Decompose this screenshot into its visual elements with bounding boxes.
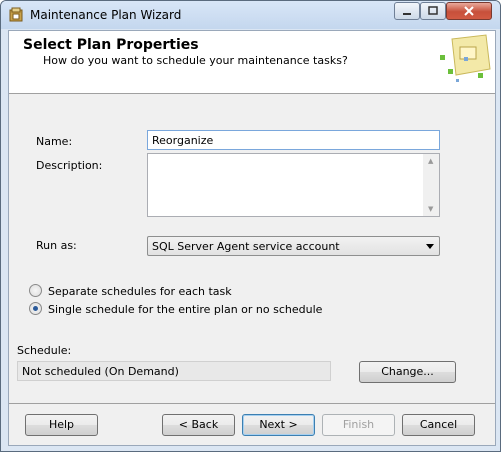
chevron-down-icon [426,244,434,249]
wizard-header: Select Plan Properties How do you want t… [9,31,495,94]
window-title: Maintenance Plan Wizard [30,8,182,22]
separate-schedules-label[interactable]: Separate schedules for each task [48,285,232,298]
next-button[interactable]: Next > [242,414,315,436]
description-textarea[interactable]: ▲ ▼ [147,153,440,217]
minimize-button[interactable] [394,2,420,20]
run-as-value: SQL Server Agent service account [152,240,340,253]
finish-button: Finish [322,414,395,436]
scroll-down-icon[interactable]: ▼ [428,205,433,213]
change-schedule-button[interactable]: Change... [359,361,456,383]
maximize-icon [428,6,438,15]
single-schedule-label[interactable]: Single schedule for the entire plan or n… [48,303,322,316]
wizard-window: Maintenance Plan Wizard Select Plan Prop… [0,0,501,452]
minimize-icon [403,13,411,15]
maximize-button[interactable] [420,2,446,20]
footer-divider [9,403,495,404]
wizard-app-icon [9,7,23,22]
schedule-label: Schedule: [17,344,72,357]
separate-schedules-radio[interactable] [29,284,42,297]
wizard-banner-icon [440,34,491,82]
single-schedule-radio[interactable] [29,302,42,315]
description-label: Description: [36,159,103,172]
run-as-label: Run as: [36,239,77,252]
page-title: Select Plan Properties [23,37,199,53]
wizard-body: Select Plan Properties How do you want t… [8,30,496,446]
run-as-dropdown[interactable]: SQL Server Agent service account [147,236,440,256]
close-button[interactable] [446,2,492,20]
scroll-up-icon[interactable]: ▲ [428,157,433,165]
schedule-value: Not scheduled (On Demand) [22,365,179,378]
cancel-button[interactable]: Cancel [402,414,475,436]
close-icon [464,6,474,16]
page-subtitle: How do you want to schedule your mainten… [43,54,348,67]
description-scrollbar[interactable]: ▲ ▼ [423,154,439,216]
title-bar[interactable]: Maintenance Plan Wizard [1,1,500,29]
back-button[interactable]: < Back [162,414,235,436]
schedule-value-box: Not scheduled (On Demand) [17,361,331,381]
name-input[interactable] [147,130,440,150]
name-label: Name: [36,135,73,148]
help-button[interactable]: Help [25,414,98,436]
